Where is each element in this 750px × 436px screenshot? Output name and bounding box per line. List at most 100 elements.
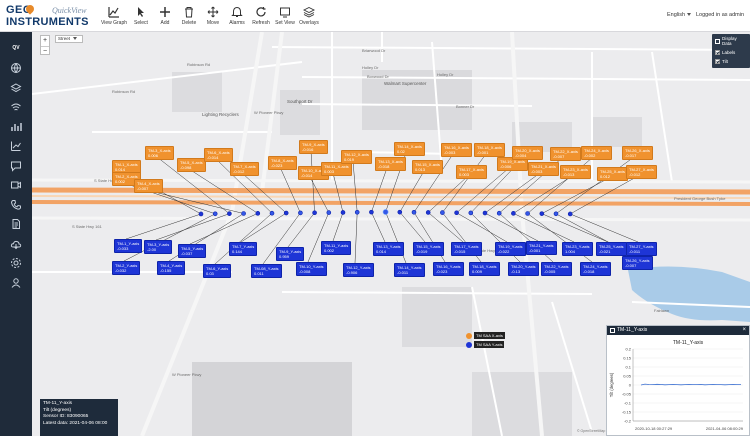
sensor-label-value: -0.016 — [302, 147, 314, 152]
sensor-label-y-10[interactable]: TM-10_Y-axis -0.008 — [296, 262, 327, 276]
sensor-label-x-21[interactable]: TM-21_X-axis -0.003 — [528, 162, 559, 176]
zoom-in-button[interactable]: + — [41, 36, 49, 46]
sensor-label-y-18[interactable]: TM-18_Y-axis 0.009 — [469, 262, 500, 276]
language-select[interactable]: English — [667, 12, 692, 18]
labels-toggle[interactable]: Labels — [712, 48, 750, 57]
sensor-label-y-6[interactable]: TM-6_Y-axis 0.03 — [203, 264, 232, 278]
sensor-label-y-24[interactable]: TM-24_Y-axis -0.018 — [580, 262, 611, 276]
sensor-label-value: -0.001 — [529, 248, 541, 253]
sidebar-item-video[interactable] — [8, 177, 24, 193]
sensor-label-y-16[interactable]: TM-16_Y-axis -0.023 — [433, 262, 464, 276]
logged-in-user[interactable]: Logged in as admin — [696, 12, 744, 18]
sensor-label-x-7[interactable]: TM-7_X-axis -0.012 — [230, 162, 259, 176]
view-graph-button[interactable]: View Graph — [100, 4, 128, 30]
sensor-label-y-21[interactable]: TM-21_Y-axis -0.001 — [526, 241, 557, 255]
sidebar-item-user[interactable] — [8, 275, 24, 291]
sensor-label-value: -0.033 — [117, 246, 129, 251]
sidebar-item-cloud[interactable] — [8, 236, 24, 252]
sidebar-item-settings[interactable] — [8, 255, 24, 271]
chart-panel-title: TM-11_Y-axis — [617, 327, 648, 333]
sensor-label-y-8[interactable]: TM-08_Y-axis 0.011 — [251, 264, 282, 278]
sensor-label-y-11[interactable]: TM-11_Y-axis 0.002 — [321, 241, 352, 255]
sensor-label-x-25[interactable]: TM-25_X-axis 0.012 — [597, 167, 628, 181]
sensor-label-x-26[interactable]: TM-26_X-axis -0.017 — [622, 146, 653, 160]
sensor-label-y-3[interactable]: TM-3_Y-axis -2.00 — [144, 240, 173, 254]
tilt-chart[interactable]: TM-11_Y-axis 0.2 0.15 0.1 0.05 0 -0.05 -0.1 -0.1… — [607, 335, 749, 435]
sensor-label-x-17[interactable]: TM-17_X-axis 0.003 — [456, 165, 487, 179]
sensor-label-x-16[interactable]: TM-16_X-axis -0.003 — [441, 143, 472, 157]
sensor-label-x-3[interactable]: TM-3_X-axis 0.006 — [145, 146, 174, 160]
delete-button[interactable]: Delete — [178, 4, 200, 30]
sidebar-item-bar-chart[interactable] — [8, 119, 24, 135]
sensor-label-x-18[interactable]: TM-18_X-axis -0.001 — [474, 143, 505, 157]
sidebar-item-quickview[interactable]: QV — [8, 40, 24, 56]
sensor-label-x-22[interactable]: TM-22_X-axis -0.007 — [550, 147, 581, 161]
sensor-label-y-17[interactable]: TM-17_Y-axis -0.015 — [451, 242, 482, 256]
sensor-label-y-26[interactable]: TM-26_Y-axis -0.007 — [622, 256, 653, 270]
sensor-label-y-14[interactable]: TM-14_Y-axis -0.011 — [394, 263, 425, 277]
alarms-button[interactable]: Alarms — [226, 4, 248, 30]
toolbar-label: Delete — [181, 20, 197, 26]
sensor-label-y-7[interactable]: TM-7_Y-axis 0.144 — [229, 242, 258, 256]
map-view[interactable]: Robinson Rd Robinson Rd Briarwood Dr Boxwoo… — [32, 32, 750, 436]
globe-icon — [11, 63, 21, 73]
chart-x-tick-label: 2020-10-18 00:27:29 — [635, 426, 673, 431]
sensor-label-y-19[interactable]: TM-19_Y-axis -0.022 — [495, 242, 526, 256]
sidebar-item-phone[interactable] — [8, 197, 24, 213]
sensor-label-x-13[interactable]: TM-13_X-axis -0.018 — [375, 157, 406, 171]
sensor-label-x-27[interactable]: TM-27_X-axis -0.012 — [626, 165, 657, 179]
sensor-label-x-4[interactable]: TM-4_X-axis -0.007 — [134, 179, 163, 193]
set-view-button[interactable]: Set View — [274, 4, 296, 30]
sensor-label-x-12[interactable]: TM-12_X-axis 0.019 — [341, 150, 372, 164]
sensor-label-y-25[interactable]: TM-25_Y-axis -0.021 — [596, 242, 627, 256]
sensor-label-x-9[interactable]: TM-9_X-axis -0.016 — [299, 140, 328, 154]
sensor-label-y-2[interactable]: TM-2_Y-axis -0.032 — [112, 261, 141, 275]
sidebar-item-layers[interactable] — [8, 80, 24, 96]
sensor-label-y-22[interactable]: TM-22_Y-axis -0.005 — [541, 262, 572, 276]
sensor-label-y-12[interactable]: TM-12_Y-axis -0.906 — [343, 263, 374, 277]
sensor-label-x-15[interactable]: TM-15_X-axis 0.013 — [412, 160, 443, 174]
sidebar-item-chart[interactable] — [8, 138, 24, 154]
sensor-label-x-6[interactable]: TM-6_X-axis -0.014 — [204, 148, 233, 162]
sensor-label-y-9[interactable]: TM-9_Y-axis 0.959 — [276, 247, 305, 261]
sensor-label-x-24[interactable]: TM-24_X-axis -0.002 — [581, 146, 612, 160]
sensor-label-y-23[interactable]: TM-23_Y-axis 1.004 — [562, 242, 593, 256]
sensor-label-x-11[interactable]: TM-11_X-axis 0.003 — [321, 162, 352, 176]
document-icon — [12, 219, 20, 229]
sensor-label-y-4[interactable]: TM-4_Y-axis -0.155 — [157, 261, 186, 275]
close-icon[interactable]: × — [742, 326, 746, 335]
sensor-label-value: 0.009 — [472, 269, 483, 274]
sidebar-item-document[interactable] — [8, 216, 24, 232]
labels-checkbox[interactable] — [715, 50, 720, 55]
sensor-label-value: -0.005 — [544, 269, 556, 274]
sensor-label-x-20[interactable]: TM-20_X-axis -0.004 — [512, 146, 543, 160]
zoom-out-button[interactable]: − — [41, 45, 49, 56]
tilt-toggle[interactable]: Tilt — [712, 57, 750, 66]
sensor-label-x-5[interactable]: TM-5_X-axis -0.098 — [177, 158, 206, 172]
sensor-label-y-1[interactable]: TM-1_Y-axis -0.033 — [114, 239, 143, 253]
add-button[interactable]: Add — [154, 4, 176, 30]
sensor-label-value: -0.155 — [160, 268, 172, 273]
tilt-checkbox[interactable] — [715, 59, 720, 64]
sensor-label-x-8[interactable]: TM-8_X-axis -0.023 — [268, 156, 297, 170]
sidebar-item-globe[interactable] — [8, 60, 24, 76]
sensor-label-x-23[interactable]: TM-23_X-axis -0.013 — [560, 165, 591, 179]
basemap-select[interactable]: Street — [55, 35, 83, 43]
sensor-label-y-27[interactable]: TM-27_Y-axis -0.011 — [626, 242, 657, 256]
sidebar-item-chat[interactable] — [8, 158, 24, 174]
select-button[interactable]: Select — [130, 4, 152, 30]
legend-label-x: TM SAA X-axis — [474, 332, 505, 339]
sidebar-item-wifi[interactable] — [8, 99, 24, 115]
geo-instruments-logo[interactable]: GEO QuickView INSTRUMENTS — [6, 3, 106, 28]
sensor-label-y-20[interactable]: TM-20_Y-axis -0.13 — [508, 262, 539, 276]
sensor-label-y-13[interactable]: TM-13_Y-axis 0.014 — [373, 242, 404, 256]
sensor-label-y-15[interactable]: TM-15_Y-axis -0.019 — [413, 242, 444, 256]
chart-panel-header[interactable]: TM-11_Y-axis × — [607, 326, 749, 335]
sensor-label-y-5[interactable]: TM-5_Y-axis -0.037 — [178, 244, 207, 258]
refresh-button[interactable]: Refresh — [250, 4, 272, 30]
display-data-header[interactable]: Display Data — [712, 34, 750, 48]
overlays-button[interactable]: Overlays — [298, 4, 320, 30]
move-button[interactable]: Move — [202, 4, 224, 30]
sensor-label-value: 0.003 — [459, 172, 470, 177]
sensor-label-x-14[interactable]: TM-14_X-axis 0.02 — [394, 142, 425, 156]
